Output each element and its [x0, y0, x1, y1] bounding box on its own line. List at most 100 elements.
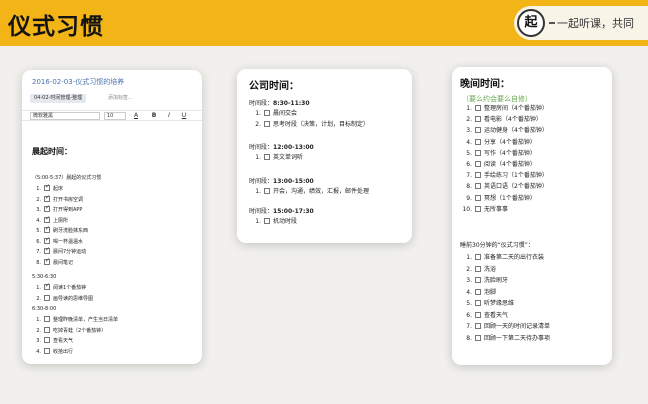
item-number: 1. — [255, 218, 261, 225]
list-item: 1. 开会，沟通，绩效，汇报，邮件处理 — [251, 188, 369, 196]
item-text: 看电影（4个番茄钟） — [484, 116, 542, 124]
brand-slogan: 一起听课，共同 — [557, 17, 634, 30]
checked-checkbox[interactable] — [44, 246, 50, 254]
checked-checkbox[interactable] — [44, 215, 50, 223]
item-text: 喝一杯温温水 — [53, 238, 84, 245]
page-title: 仪式习惯 — [8, 14, 104, 40]
checked-checkbox[interactable] — [44, 257, 50, 265]
item-text: 泡脚 — [484, 288, 497, 296]
item-number: 1. — [255, 110, 261, 117]
item-number: 2. — [466, 116, 472, 124]
unchecked-checkbox[interactable] — [475, 311, 481, 318]
checked-checkbox[interactable] — [44, 204, 50, 212]
brand-badge: 起 一起听课，共同 — [514, 6, 648, 40]
font-family-select[interactable]: 微软雅黑 — [30, 112, 100, 120]
brand-divider — [549, 22, 555, 24]
list-item: 1. 晨间交会 — [251, 110, 297, 118]
list-item: 2. 洗浴 — [462, 265, 496, 274]
list-item: 5. 刷牙洗脸抹东西 — [32, 225, 88, 235]
checked-checkbox[interactable] — [44, 183, 50, 191]
item-number: 6. — [36, 238, 41, 245]
unchecked-checkbox[interactable] — [44, 316, 50, 322]
item-text: 运动健身（4个番茄钟） — [484, 127, 548, 135]
item-number: 3. — [36, 338, 41, 344]
unchecked-checkbox[interactable] — [475, 183, 481, 190]
unchecked-checkbox[interactable] — [475, 265, 481, 272]
checked-checkbox[interactable] — [44, 194, 50, 202]
unchecked-checkbox[interactable] — [475, 138, 481, 145]
font-size-select[interactable]: 10 — [104, 112, 126, 120]
item-number: 5. — [466, 300, 472, 307]
item-number: 6. — [466, 161, 472, 168]
list-item: 8. 回顾一下第二天待办事项 — [462, 334, 550, 343]
unchecked-checkbox[interactable] — [475, 254, 481, 260]
bold-button[interactable]: B — [150, 112, 158, 120]
item-text: 阅读1个番茄钟 — [53, 285, 87, 291]
unchecked-checkbox[interactable] — [475, 116, 481, 123]
add-tag-field[interactable]: 添加标签... — [108, 94, 133, 103]
format-toolbar: 微软雅黑 10 A B I U — [22, 110, 202, 121]
item-text: 无所事事 — [484, 205, 509, 213]
unchecked-checkbox[interactable] — [264, 218, 270, 224]
list-item: 5. 听梦缘思维 — [462, 300, 514, 308]
item-text: 英文单词听 — [273, 154, 304, 161]
item-number: 2. — [36, 295, 41, 302]
italic-button[interactable]: I — [165, 112, 173, 120]
list-item: 7. 晨间7分钟运动 — [32, 246, 86, 256]
section-subheading: （5:00-5:37）晨起的仪式习惯 — [32, 175, 102, 181]
unchecked-checkbox[interactable] — [475, 323, 481, 329]
unchecked-checkbox[interactable] — [44, 337, 50, 343]
checked-checkbox[interactable] — [44, 236, 50, 244]
list-item: 1. 机动时段 — [251, 218, 297, 226]
item-text: 上厕所 — [53, 217, 69, 224]
time-slot-heading: 时间段：13:00-15:00 — [249, 178, 314, 186]
company-time-card: 公司时间： 时间段：8:30-11:30 1. 晨间交会 2. 思考时段（决策，计划，目… — [237, 69, 412, 243]
unchecked-checkbox[interactable] — [475, 277, 481, 283]
list-item: 8. 晨间笔记 — [32, 257, 73, 267]
unchecked-checkbox[interactable] — [264, 188, 270, 194]
unchecked-checkbox[interactable] — [475, 288, 481, 295]
unchecked-checkbox[interactable] — [44, 294, 50, 301]
unchecked-checkbox[interactable] — [475, 161, 481, 167]
unchecked-checkbox[interactable] — [475, 149, 481, 156]
item-number: 1. — [36, 186, 41, 192]
list-item: 2. 思考时段（决策，计划，目标制定） — [251, 120, 370, 129]
note-title[interactable]: 2016-02-03-仪式习惯的培养 — [32, 77, 124, 87]
unchecked-checkbox[interactable] — [475, 105, 481, 111]
time-slot-range: 13:00-15:00 — [273, 178, 314, 185]
item-number: 7. — [466, 172, 472, 180]
morning-note-card: 2016-02-03-仪式习惯的培养 04-02-时间管理-整理 添加标签...… — [22, 70, 202, 364]
unchecked-checkbox[interactable] — [264, 110, 270, 116]
morning-heading: 晨起时间： — [32, 147, 72, 156]
note-tag[interactable]: 04-02-时间管理-整理 — [30, 94, 87, 103]
unchecked-checkbox[interactable] — [44, 326, 50, 333]
text-color-button[interactable]: A — [132, 112, 140, 120]
unchecked-checkbox[interactable] — [264, 154, 270, 160]
list-item: 2. 打开书房空调 — [32, 194, 83, 204]
item-text: 画导读的思维导图 — [53, 295, 94, 302]
unchecked-checkbox[interactable] — [44, 347, 50, 354]
unchecked-checkbox[interactable] — [264, 120, 270, 127]
list-item: 1. 准备第二天的出行衣装 — [462, 254, 544, 262]
item-number: 7. — [466, 323, 472, 330]
item-number: 5. — [36, 228, 41, 234]
item-number: 3. — [466, 127, 472, 135]
unchecked-checkbox[interactable] — [475, 334, 481, 341]
unchecked-checkbox[interactable] — [475, 172, 481, 179]
list-item: 4. 分享（4个番茄钟） — [462, 138, 536, 147]
item-text: 听梦缘思维 — [484, 300, 515, 307]
unchecked-checkbox[interactable] — [475, 127, 481, 134]
time-slot-heading: 时间段：8:30-11:30 — [249, 100, 310, 108]
item-text: 吃掉青蛙（2个番茄钟） — [53, 327, 107, 334]
item-number: 4. — [466, 138, 472, 146]
checked-checkbox[interactable] — [44, 282, 50, 290]
underline-button[interactable]: U — [180, 112, 188, 120]
checked-checkbox[interactable] — [44, 225, 50, 233]
unchecked-checkbox[interactable] — [475, 194, 481, 201]
unchecked-checkbox[interactable] — [475, 300, 481, 306]
item-text: 回顾一天的时间记录清单 — [484, 323, 551, 330]
item-number: 1. — [466, 105, 472, 112]
unchecked-checkbox[interactable] — [475, 205, 481, 212]
item-text: 思考时段（决策，计划，目标制定） — [273, 120, 370, 128]
time-slot-range: 12:00-13:00 — [273, 144, 314, 151]
